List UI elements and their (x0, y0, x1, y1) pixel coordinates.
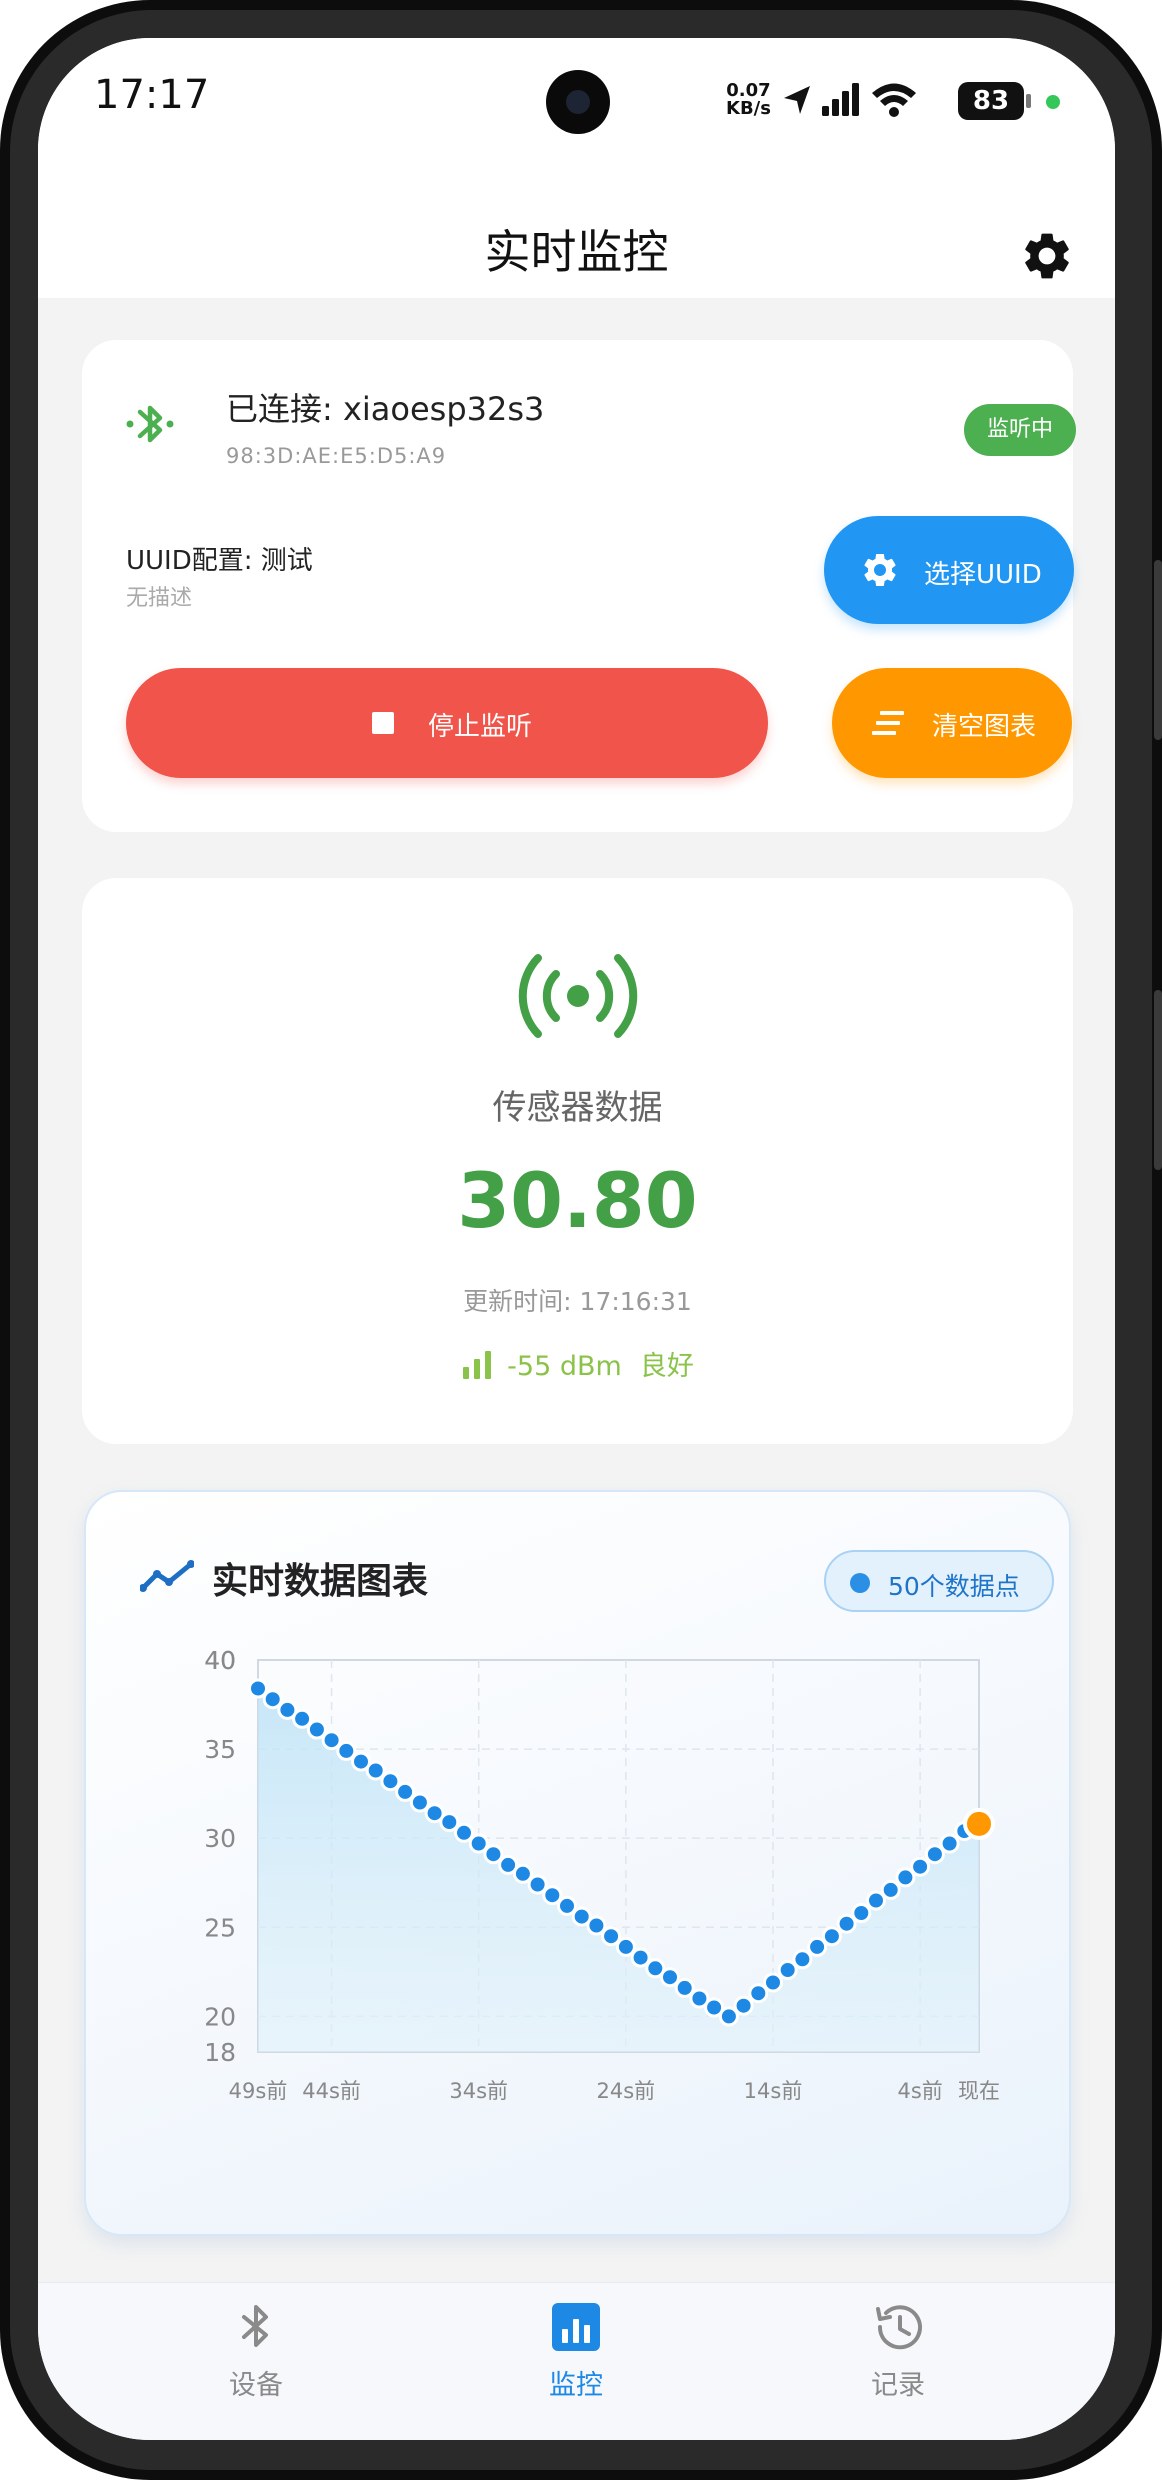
data-point (792, 1949, 813, 1970)
screen: 17:17 0.07 KB/s 83 实时监控 已连接: xiaoesp32s3… (38, 38, 1115, 2440)
data-point (807, 1936, 828, 1957)
app-bar: 实时监控 (38, 188, 1115, 298)
connection-card: 已连接: xiaoesp32s3 98:3D:AE:E5:D5:A9 监听中 U… (82, 340, 1076, 832)
bottom-navigation: 设备 监控 记录 (38, 2282, 1115, 2440)
data-point (821, 1926, 842, 1947)
rssi-value: -55 dBm (507, 1351, 622, 1382)
data-point (733, 1995, 754, 2016)
nav-label-records: 记录 (871, 2370, 925, 2401)
gear-icon[interactable] (1019, 228, 1075, 284)
status-bar: 17:17 0.07 KB/s 83 (38, 38, 1115, 188)
signal-strength-icon (463, 1351, 492, 1379)
connection-status: 已连接: xiaoesp32s3 (226, 390, 545, 428)
sensor-value: 30.80 (457, 1156, 698, 1245)
signal-quality: 良好 (639, 1351, 694, 1382)
clear-all-icon (872, 711, 904, 735)
sensor-label: 传感器数据 (492, 1088, 663, 1128)
nav-item-records[interactable]: 记录 (798, 2297, 998, 2402)
volume-button (1154, 560, 1162, 740)
x-tick-label: 44s前 (302, 2079, 361, 2103)
data-point (880, 1879, 901, 1900)
chart-area-fill (258, 1688, 979, 2052)
gear-icon (864, 554, 896, 586)
front-camera (546, 70, 610, 134)
page-title: 实时监控 (484, 225, 669, 279)
history-icon (876, 2305, 922, 2350)
power-button (1154, 990, 1162, 1170)
wifi-icon (872, 83, 916, 117)
nav-label-monitor: 监控 (549, 2370, 603, 2401)
bluetooth-icon (242, 2305, 268, 2347)
net-speed: 0.07 KB/s (726, 82, 771, 118)
nav-item-monitor[interactable]: 监控 (476, 2297, 676, 2402)
uuid-config-label: UUID配置: 测试 (126, 546, 313, 576)
nav-item-devices[interactable]: 设备 (156, 2297, 356, 2402)
battery-indicator: 83 (958, 82, 1024, 120)
cellular-signal-icon (822, 83, 859, 116)
realtime-line-chart: 1820253035404049s前 44s前 34s前 24s前 14s前 4s前 现在 (204, 1646, 1000, 2103)
select-uuid-label: 选择UUID (924, 560, 1042, 590)
clear-chart-label: 清空图表 (932, 712, 1037, 742)
uuid-description: 无描述 (126, 586, 193, 611)
stop-listening-button[interactable]: 停止监听 (126, 668, 768, 778)
x-tick-label: 现在 (958, 2079, 1000, 2103)
nav-label-devices: 设备 (229, 2370, 283, 2401)
data-point (851, 1903, 872, 1923)
data-point (910, 1856, 931, 1877)
y-tick-label: 25 (204, 1913, 236, 1942)
clear-chart-button[interactable]: 清空图表 (832, 668, 1072, 778)
x-tick-label: 14s前 (744, 2079, 803, 2103)
bluetooth-icon (126, 405, 174, 443)
stop-listening-label: 停止监听 (428, 712, 533, 742)
location-icon (784, 86, 810, 114)
x-tick-label: 24s前 (597, 2079, 656, 2103)
select-uuid-button[interactable]: 选择UUID (824, 516, 1074, 624)
device-mac: 98:3D:AE:E5:D5:A9 (226, 444, 447, 468)
chart-card: 实时数据图表 50个数据点 18 20 25 30 35 40 40 49s前 44s前 34s前… (84, 1490, 1071, 2236)
y-tick-label: 35 (204, 1735, 236, 1764)
stop-icon (372, 712, 394, 734)
battery-tip (1026, 94, 1031, 108)
y-tick-label: 30 (204, 1824, 236, 1853)
y-tick-label: 20 (204, 2002, 236, 2031)
status-icons (784, 83, 916, 117)
x-tick-label: 4s前 (897, 2079, 942, 2103)
y-tick-label: 40 (204, 1646, 236, 1675)
x-tick-label: 49s前 (229, 2079, 288, 2103)
update-time: 更新时间: 17:16:31 (463, 1287, 692, 1316)
latest-data-point (963, 1807, 995, 1840)
y-tick-label: 18 (204, 2038, 236, 2067)
data-point (292, 1708, 313, 1729)
listening-badge: 监听中 (964, 404, 1076, 456)
data-point (601, 1926, 622, 1947)
x-tick-label: 34s前 (449, 2079, 508, 2103)
privacy-dot (1046, 95, 1060, 109)
bar-chart-icon (552, 2303, 600, 2351)
net-speed-unit: KB/s (726, 98, 771, 119)
sensor-card: 传感器数据 30.80 更新时间: 17:16:31 -55 dBm 良好 (82, 878, 1073, 1444)
phone-frame: 17:17 0.07 KB/s 83 实时监控 已连接: xiaoesp32s3… (0, 0, 1162, 2480)
data-point (763, 1972, 783, 1993)
rssi-row: -55 dBm 良好 (82, 1344, 1073, 1383)
sensors-icon (518, 954, 638, 1038)
status-time: 17:17 (94, 72, 210, 118)
data-point (939, 1833, 960, 1854)
